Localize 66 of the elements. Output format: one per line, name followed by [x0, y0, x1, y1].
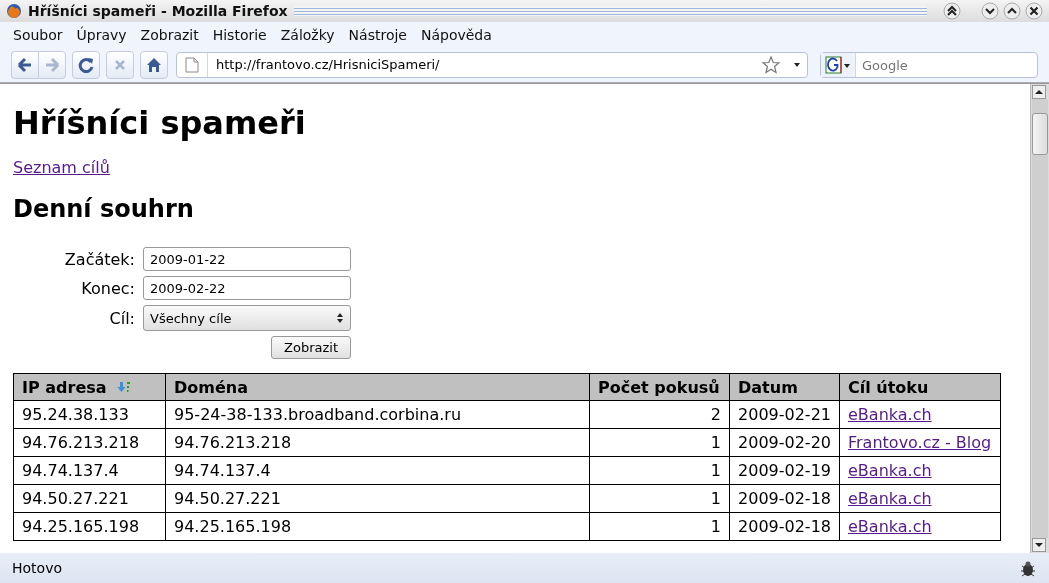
section-heading: Denní souhrn: [13, 195, 195, 223]
date-field[interactable]: 2009-02-22: [143, 276, 351, 300]
home-button[interactable]: [140, 51, 168, 79]
table-cell: 94.50.27.221: [165, 484, 590, 513]
reload-icon: [77, 56, 95, 74]
menu-item[interactable]: Soubor: [6, 27, 70, 43]
status-text: Hotovo: [12, 560, 62, 576]
dropdown-caret-icon[interactable]: [793, 62, 801, 68]
scroll-down-icon[interactable]: [1032, 538, 1046, 552]
link[interactable]: Seznam cílů: [13, 158, 110, 177]
forward-arrow-icon: [43, 56, 61, 74]
table-cell: 2009-02-20: [729, 428, 840, 457]
url-text: http://frantovo.cz/HrisniciSpameri/: [207, 53, 761, 77]
search-engine-icon[interactable]: [825, 56, 851, 74]
target-dropdown[interactable]: Všechny cíle: [143, 305, 351, 331]
table-cell: 2009-02-18: [729, 484, 840, 513]
home-icon: [145, 56, 163, 74]
shade-button-icon[interactable]: [943, 2, 961, 20]
field-label: Začátek:: [63, 249, 135, 269]
scroll-thumb[interactable]: [1032, 113, 1048, 155]
table-cell: 1: [589, 428, 730, 457]
menu-item[interactable]: Záložky: [273, 27, 342, 43]
table-cell: 94.74.137.4: [165, 456, 590, 485]
table-cell: 95.24.38.133: [13, 400, 166, 429]
back-arrow-icon: [16, 56, 34, 74]
table-cell: 94.50.27.221: [13, 484, 166, 513]
table-cell: 94.74.137.4: [13, 456, 166, 485]
field-label: Konec:: [80, 278, 135, 298]
scroll-up-icon[interactable]: [1032, 85, 1046, 99]
table-cell: 2009-02-21: [729, 400, 840, 429]
bug-icon[interactable]: [1019, 559, 1037, 577]
field-label: Cíl:: [108, 308, 135, 328]
table-cell: 1: [589, 512, 730, 541]
page-icon: [185, 57, 199, 73]
menu-item[interactable]: Úpravy: [69, 27, 134, 43]
show-button[interactable]: Zobrazit: [271, 336, 351, 359]
address-bar[interactable]: http://frantovo.cz/HrisniciSpameri/: [176, 52, 808, 78]
date-field[interactable]: 2009-01-22: [143, 247, 351, 271]
star-icon[interactable]: [761, 55, 781, 75]
page-heading: Hříšníci spameři: [13, 104, 307, 142]
menu-item[interactable]: Nástroje: [341, 27, 414, 43]
search-bar[interactable]: Google: [820, 52, 1038, 78]
table-cell: 94.76.213.218: [13, 428, 166, 457]
window-title: Hříšníci spameři - Mozilla Firefox: [28, 3, 288, 19]
back-button[interactable]: [11, 51, 38, 79]
close-icon[interactable]: [1025, 2, 1043, 20]
table-cell: 1: [589, 456, 730, 485]
table-cell: 95-24-38-133.broadband.corbina.ru: [165, 400, 590, 429]
reload-button[interactable]: [72, 51, 100, 79]
table-cell: 94.76.213.218: [165, 428, 590, 457]
firefox-icon: [6, 3, 22, 19]
menu-item[interactable]: Nápověda: [413, 27, 499, 43]
table-cell: 1: [589, 484, 730, 513]
table-cell: 2: [589, 400, 730, 429]
menu-item[interactable]: Zobrazit: [133, 27, 206, 43]
minimize-button-icon[interactable]: [981, 2, 999, 20]
search-input[interactable]: Google: [856, 56, 1024, 74]
scrollbar[interactable]: [1030, 84, 1049, 553]
table-cell: 94.25.165.198: [13, 512, 166, 541]
table-cell: 94.25.165.198: [165, 512, 590, 541]
maximize-button-icon[interactable]: [1003, 2, 1021, 20]
dropdown-arrows-icon: [336, 312, 344, 324]
menu-item[interactable]: Historie: [205, 27, 274, 43]
column-header[interactable]: Doména: [174, 377, 248, 397]
table-cell: 2009-02-18: [729, 512, 840, 541]
table-cell: 2009-02-19: [729, 456, 840, 485]
